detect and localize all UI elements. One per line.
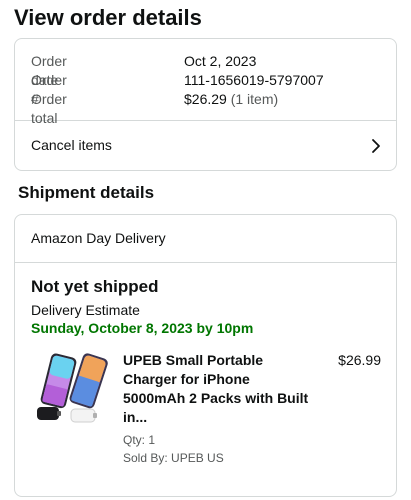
cancel-items-button[interactable]: Cancel items <box>15 121 396 170</box>
order-total-value: $26.29 (1 item) <box>184 90 278 109</box>
product-price: $26.99 <box>338 352 381 368</box>
chevron-right-icon <box>372 139 380 153</box>
shipment-card: Amazon Day Delivery Not yet shipped Deli… <box>14 214 397 497</box>
order-total-items: (1 item) <box>230 91 279 107</box>
portable-charger-product-image[interactable] <box>31 351 109 429</box>
delivery-type-row: Amazon Day Delivery <box>15 215 396 263</box>
order-date-value: Oct 2, 2023 <box>184 53 257 69</box>
delivery-type-label: Amazon Day Delivery <box>31 230 166 246</box>
order-summary-card: Order date Oct 2, 2023 Order # 111-16560… <box>14 38 397 171</box>
product-quantity: Qty: 1 <box>123 433 156 447</box>
delivery-estimate-date: Sunday, October 8, 2023 by 10pm <box>31 320 254 336</box>
shipment-status: Not yet shipped <box>31 277 159 296</box>
order-summary: Order date Oct 2, 2023 Order # 111-16560… <box>15 39 396 126</box>
product-seller: Sold By: UPEB US <box>123 451 224 465</box>
delivery-estimate-label: Delivery Estimate <box>31 302 140 318</box>
product-item[interactable]: UPEB Small Portable Charger for iPhone 5… <box>31 351 381 481</box>
cancel-items-label: Cancel items <box>31 137 112 153</box>
page-title: View order details <box>14 5 202 30</box>
shipment-section-title: Shipment details <box>18 183 155 202</box>
product-title[interactable]: UPEB Small Portable Charger for iPhone 5… <box>123 351 313 427</box>
order-number-value: 111-1656019-5797007 <box>184 72 324 88</box>
order-total-amount: $26.29 <box>184 91 227 107</box>
